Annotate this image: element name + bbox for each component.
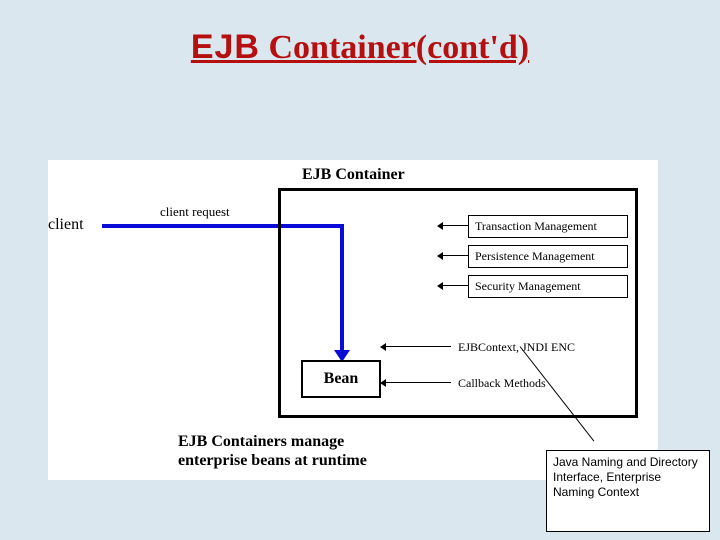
diagram-area: client client request EJB Container Tran… [48,160,658,480]
client-label: client [48,216,84,234]
arrow-to-security [443,285,468,286]
ejb-container-title: EJB Container [298,166,409,184]
title-ejb: EJB [191,28,260,66]
jndi-label: EJBContext, JNDI ENC [458,340,575,355]
callback-label: Callback Methods [458,376,546,391]
arrow-jndi [386,346,451,347]
arrow-to-transaction [443,225,468,226]
service-transaction: Transaction Management [468,215,628,238]
bean-box: Bean [301,360,381,398]
title-rest: Container(cont'd) [260,29,529,66]
service-persistence: Persistence Management [468,245,628,268]
client-request-label: client request [160,204,230,220]
callout-jndi-explanation: Java Naming and Directory Interface, Ent… [546,450,710,532]
diagram-caption: EJB Containers manage enterprise beans a… [178,432,367,470]
caption-line-2: enterprise beans at runtime [178,452,367,469]
arrow-to-persistence [443,255,468,256]
service-security: Security Management [468,275,628,298]
arrow-callback [386,382,451,383]
caption-line-1: EJB Containers manage [178,433,344,450]
slide-title: EJB Container(cont'd) [0,0,720,67]
